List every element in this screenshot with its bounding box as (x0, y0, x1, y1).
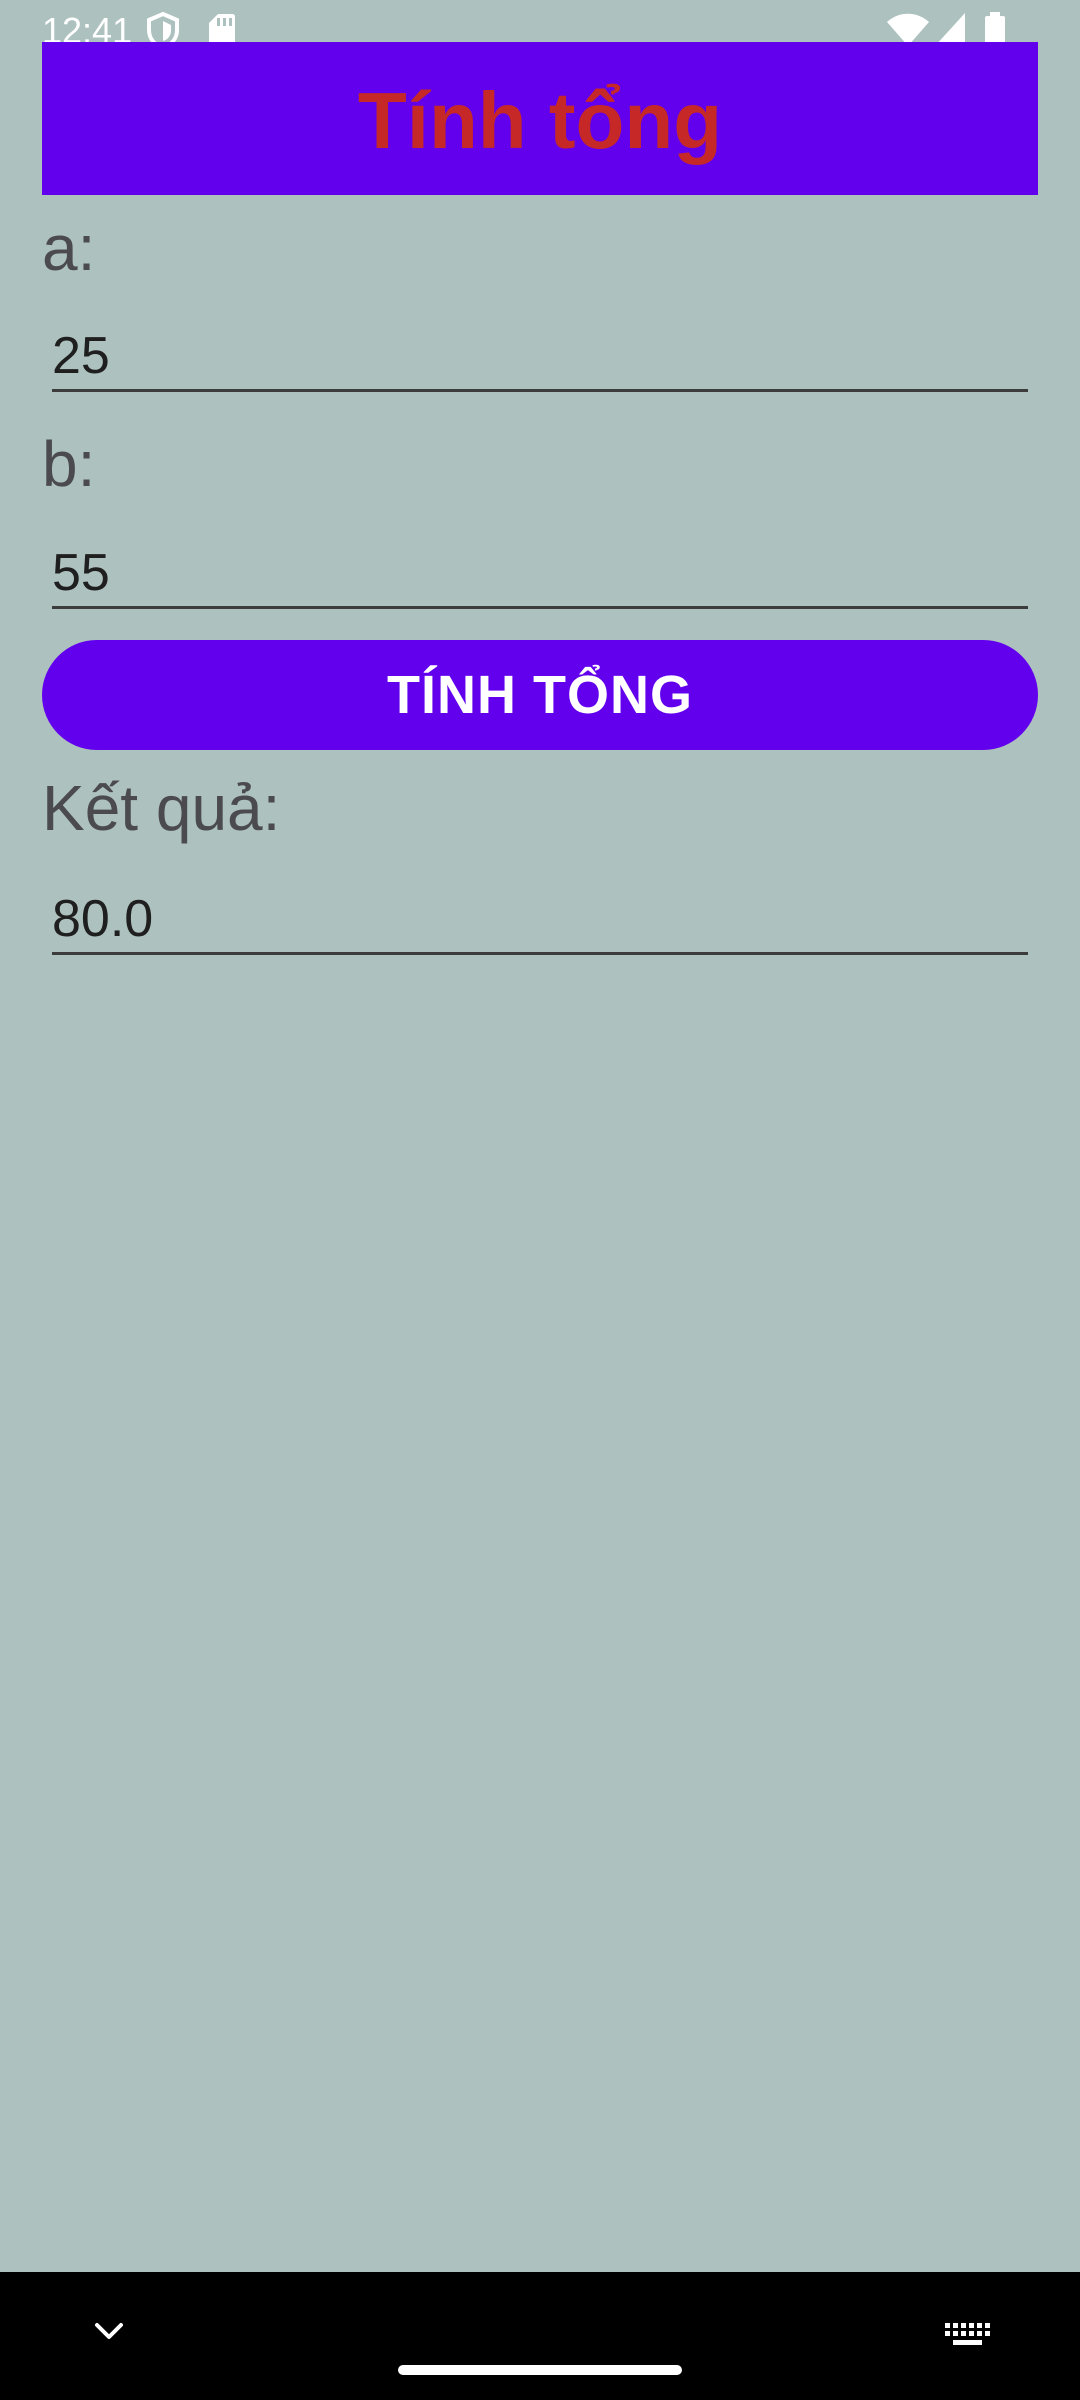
result-field-container (52, 865, 1028, 955)
result-input[interactable] (52, 865, 1028, 952)
title-bar: Tính tổng (42, 42, 1038, 195)
chevron-down-icon[interactable] (94, 2322, 124, 2347)
result-label: Kết quả: (42, 772, 281, 844)
home-handle[interactable] (398, 2365, 682, 2375)
a-input[interactable] (52, 302, 1028, 389)
a-label: a: (42, 212, 96, 284)
navigation-bar (0, 2272, 1080, 2400)
a-field-container (52, 302, 1028, 392)
b-input[interactable] (52, 519, 1028, 606)
b-field-container (52, 519, 1028, 609)
page-title: Tính tổng (357, 75, 723, 165)
calculate-sum-button[interactable]: TÍNH TỔNG (42, 640, 1038, 750)
b-label: b: (42, 428, 96, 500)
keyboard-icon[interactable] (944, 2322, 990, 2351)
